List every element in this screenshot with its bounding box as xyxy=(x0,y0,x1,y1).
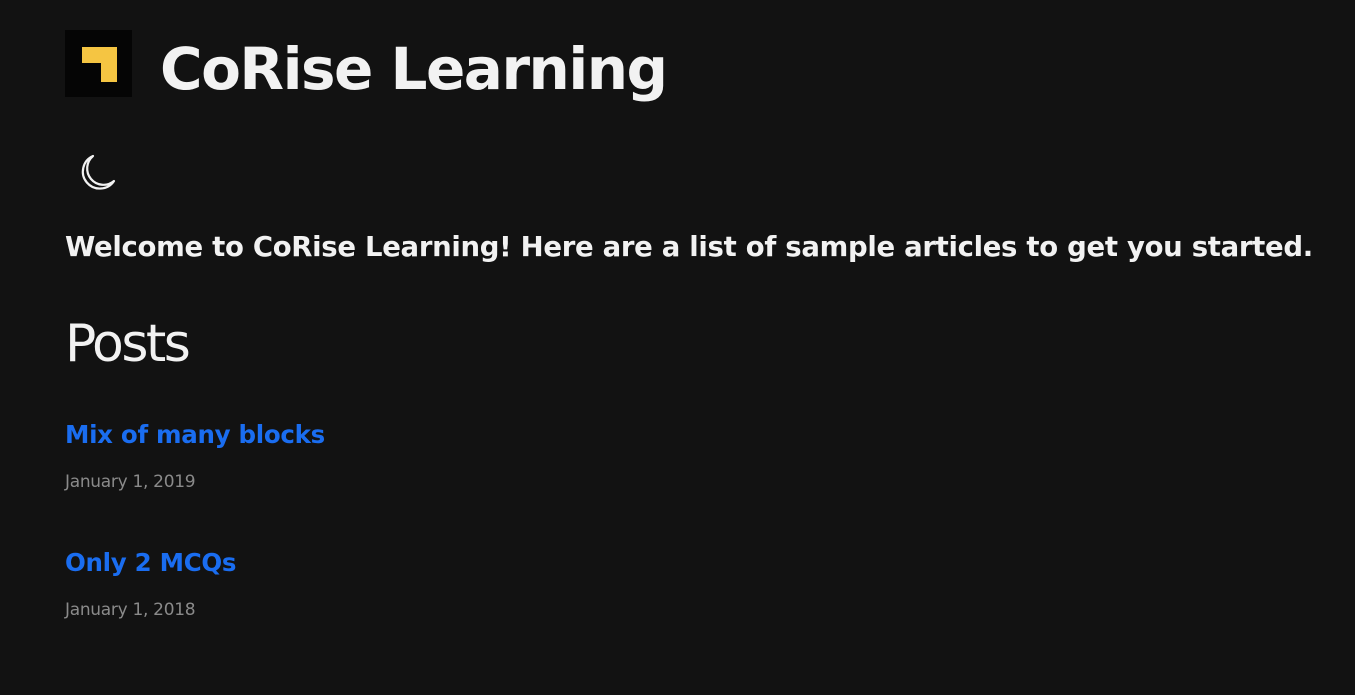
theme-toggle-button[interactable] xyxy=(73,150,119,196)
post-title-link[interactable]: Mix of many blocks xyxy=(65,418,325,452)
posts-heading: Posts xyxy=(65,314,191,374)
site-title[interactable]: CoRise Learning xyxy=(160,30,668,108)
post-date: January 1, 2018 xyxy=(65,600,196,620)
post-title-link[interactable]: Only 2 MCQs xyxy=(65,546,237,580)
post-item: Mix of many blocks January 1, 2019 xyxy=(65,418,325,494)
site-header: CoRise Learning xyxy=(65,30,668,110)
post-date: January 1, 2019 xyxy=(65,472,196,492)
welcome-message: Welcome to CoRise Learning! Here are a l… xyxy=(65,231,1313,263)
site-logo[interactable] xyxy=(65,30,132,97)
moon-icon xyxy=(81,154,116,190)
corise-logo-icon xyxy=(65,30,132,97)
post-item: Only 2 MCQs January 1, 2018 xyxy=(65,546,237,622)
